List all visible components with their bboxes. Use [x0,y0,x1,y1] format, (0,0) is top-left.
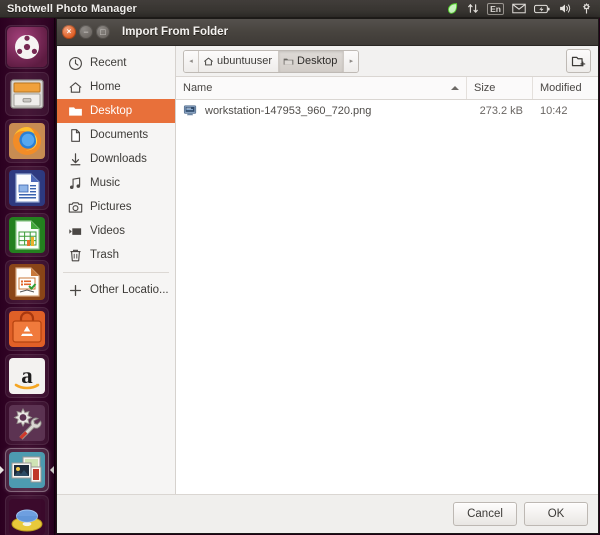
volume-icon[interactable] [558,1,572,17]
breadcrumb-item-desktop[interactable]: Desktop [278,51,343,72]
messaging-envelope-icon[interactable] [512,1,526,17]
dialog-titlebar[interactable]: × − □ Import From Folder [57,19,598,46]
file-browser-pane: ◂ ubuntuuser [176,46,598,494]
leaf-icon[interactable] [446,1,459,17]
system-tray: En [446,1,600,17]
file-size-cell: 273.2 kB [466,105,532,117]
launcher-item-firefox[interactable] [5,119,49,163]
video-icon [67,223,83,239]
sidebar-item-documents[interactable]: Documents [57,123,175,147]
sidebar-item-trash[interactable]: Trash [57,243,175,267]
file-name-label: workstation-147953_960_720.png [205,105,371,117]
sidebar-item-music[interactable]: Music [57,171,175,195]
breadcrumb-item-ubuntuuser[interactable]: ubuntuuser [199,51,278,72]
column-header-name-label: Name [183,82,212,94]
download-icon [67,151,83,167]
music-icon [67,175,83,191]
maximize-icon[interactable]: □ [96,25,110,39]
sidebar-item-pictures[interactable]: Pictures [57,195,175,219]
sidebar-label: Other Locatio... [90,284,169,296]
dialog-title: Import From Folder [122,26,228,38]
column-header-modified[interactable]: Modified [532,77,598,99]
breadcrumb-prev-button[interactable]: ◂ [184,51,199,72]
column-header-size-label: Size [474,82,495,94]
camera-icon [67,199,83,215]
import-from-folder-dialog: × − □ Import From Folder Recent [56,18,599,534]
launcher-item-amazon[interactable]: a [5,354,49,398]
sort-ascending-icon [451,86,459,90]
panel-app-title[interactable]: Shotwell Photo Manager [7,3,137,15]
launcher-item-ubuntu-dash[interactable] [5,25,49,69]
launcher-item-files[interactable] [5,72,49,116]
breadcrumb-label: ubuntuuser [217,55,272,67]
file-list[interactable]: workstation-147953_960_720.png 273.2 kB … [176,100,598,494]
close-icon[interactable]: × [62,25,76,39]
plus-icon [67,282,83,298]
breadcrumb-label: Desktop [297,55,337,67]
launcher-item-libreoffice-writer[interactable] [5,166,49,210]
new-folder-icon[interactable] [566,49,591,73]
launcher-item-disc-burner[interactable] [5,495,49,535]
folder-icon [67,103,83,119]
minimize-icon[interactable]: − [79,25,93,39]
sidebar-item-other-locations[interactable]: Other Locatio... [57,278,175,302]
network-icon[interactable] [467,1,479,17]
file-name-cell: workstation-147953_960_720.png [176,103,466,119]
file-list-header: Name Size Modified [176,77,598,100]
document-icon [67,127,83,143]
session-gear-icon[interactable] [580,1,593,17]
sidebar-label: Downloads [90,153,147,165]
launcher-item-shotwell[interactable] [5,448,49,492]
ok-button[interactable]: OK [524,502,588,526]
desktop-screen: Shotwell Photo Manager En [0,0,600,535]
keyboard-layout-label: En [487,3,504,15]
table-row[interactable]: workstation-147953_960_720.png 273.2 kB … [176,100,598,121]
sidebar-label: Documents [90,129,148,141]
sidebar-label: Desktop [90,105,132,117]
launcher-item-libreoffice-impress[interactable] [5,260,49,304]
launcher-item-system-settings[interactable] [5,401,49,445]
unity-top-panel: Shotwell Photo Manager En [0,0,600,18]
sidebar-item-desktop[interactable]: Desktop [57,99,175,123]
sidebar-label: Home [90,81,121,93]
sidebar-item-home[interactable]: Home [57,75,175,99]
battery-icon[interactable] [534,1,550,17]
sidebar-label: Music [90,177,120,189]
folder-icon [283,56,294,67]
column-header-modified-label: Modified [540,82,582,94]
file-modified-cell: 10:42 [532,105,598,117]
home-icon [203,56,214,67]
clock-icon [67,55,83,71]
image-file-icon [183,103,199,119]
dialog-body: Recent Home [57,46,598,494]
home-icon [67,79,83,95]
path-bar: ◂ ubuntuuser [176,46,598,77]
sidebar-item-downloads[interactable]: Downloads [57,147,175,171]
launcher-item-ubuntu-software[interactable] [5,307,49,351]
sidebar-label: Videos [90,225,125,237]
column-header-size[interactable]: Size [466,77,532,99]
column-header-name[interactable]: Name [176,77,466,99]
breadcrumb: ◂ ubuntuuser [183,50,359,73]
keyboard-layout-icon[interactable]: En [487,1,504,17]
launcher-item-libreoffice-calc[interactable] [5,213,49,257]
places-sidebar: Recent Home [57,46,176,494]
sidebar-label: Recent [90,57,126,69]
sidebar-item-recent[interactable]: Recent [57,51,175,75]
svg-text:a: a [21,363,33,388]
dialog-action-bar: Cancel OK [57,494,598,533]
sidebar-label: Trash [90,249,119,261]
sidebar-label: Pictures [90,201,132,213]
trash-icon [67,247,83,263]
unity-launcher: a [0,18,55,535]
cancel-button[interactable]: Cancel [453,502,517,526]
sidebar-separator [63,272,169,273]
sidebar-item-videos[interactable]: Videos [57,219,175,243]
breadcrumb-next-button[interactable]: ▸ [343,51,358,72]
